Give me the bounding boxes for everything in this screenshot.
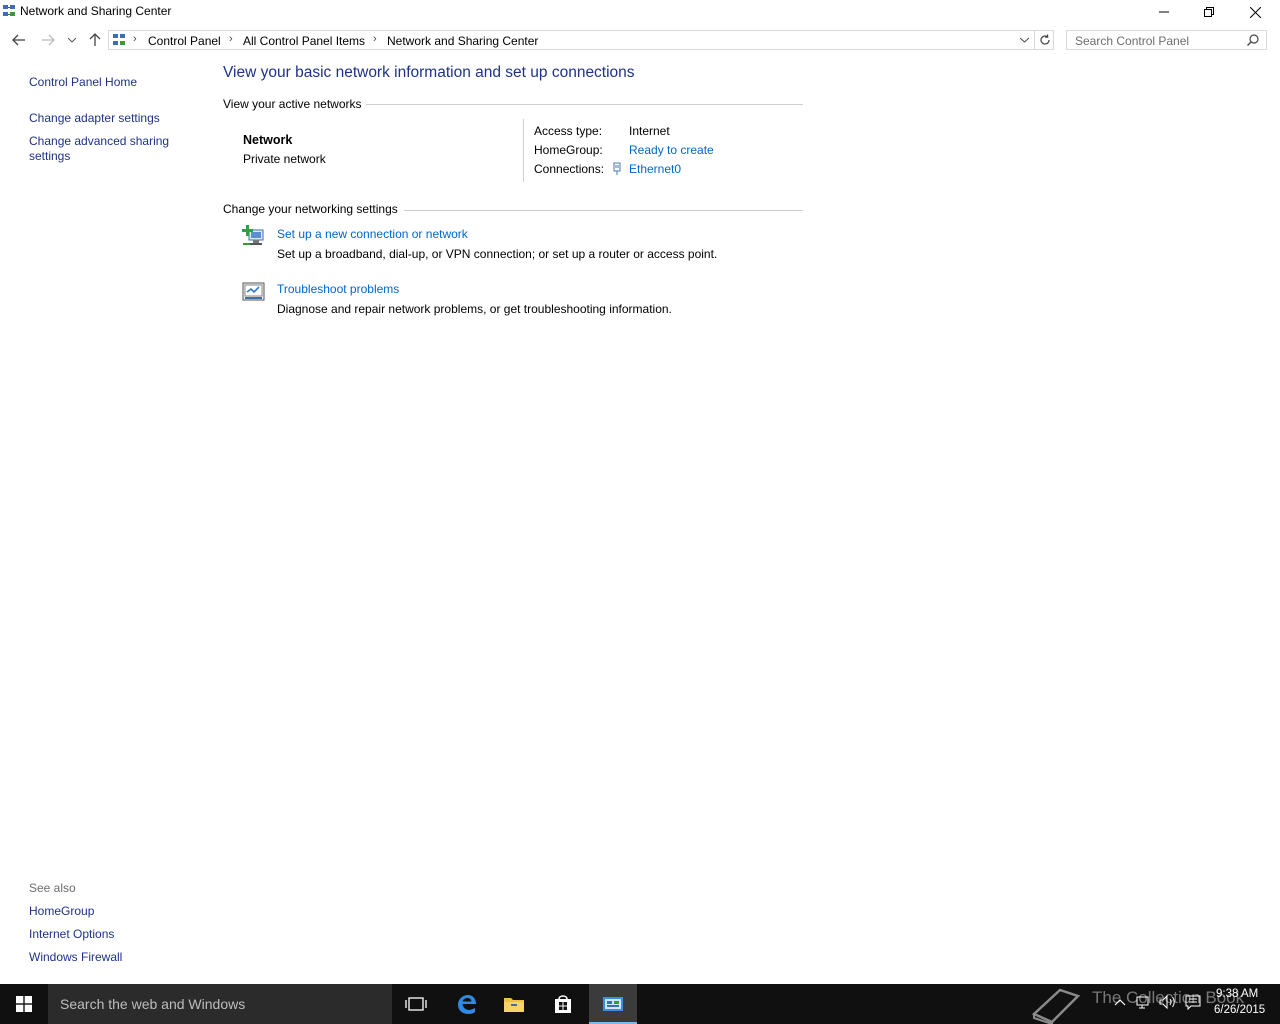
page-title: View your basic network information and …: [223, 64, 635, 81]
restore-button[interactable]: [1186, 0, 1232, 24]
network-tray-button[interactable]: [1136, 994, 1152, 1013]
homegroup-link[interactable]: HomeGroup: [29, 904, 94, 918]
homegroup-ready-link[interactable]: Ready to create: [629, 143, 714, 157]
active-networks-heading: View your active networks: [223, 97, 362, 111]
network-type[interactable]: Private network: [243, 152, 326, 166]
back-button[interactable]: [9, 30, 29, 50]
recent-locations-button[interactable]: [62, 30, 82, 50]
control-panel-home-link[interactable]: Control Panel Home: [29, 75, 137, 89]
ethernet-connection-link[interactable]: Ethernet0: [629, 162, 681, 176]
store-icon: [555, 995, 571, 1013]
address-dropdown-button[interactable]: [1016, 30, 1032, 50]
windows-firewall-link[interactable]: Windows Firewall: [29, 950, 122, 964]
control-panel-icon: [603, 997, 623, 1011]
chevron-down-icon: [68, 37, 76, 43]
breadcrumb-separator: ›: [373, 33, 377, 45]
action-center-icon: [1185, 995, 1201, 1011]
network-name: Network: [243, 133, 293, 147]
change-advanced-sharing-link-line2[interactable]: settings: [29, 149, 70, 163]
network-tray-icon: [1136, 996, 1149, 1009]
close-icon: [1249, 6, 1261, 18]
edge-icon: [458, 995, 476, 1014]
divider: [523, 119, 524, 182]
show-hidden-icons-button[interactable]: [1114, 994, 1126, 1009]
arrow-left-icon: [12, 34, 25, 46]
window-title: Network and Sharing Center: [20, 4, 172, 18]
troubleshoot-description: Diagnose and repair network problems, or…: [277, 302, 672, 316]
start-button[interactable]: [0, 984, 48, 1024]
divider: [366, 104, 803, 105]
network-center-icon: [3, 5, 15, 16]
edge-browser-button[interactable]: [442, 984, 490, 1024]
access-type-value: Internet: [629, 124, 670, 138]
volume-tray-button[interactable]: [1159, 994, 1177, 1013]
clock-date[interactable]: 6/26/2015: [1214, 1004, 1265, 1016]
up-button[interactable]: [85, 30, 105, 50]
homegroup-label: HomeGroup:: [534, 143, 603, 157]
troubleshoot-icon: [242, 282, 265, 301]
close-button[interactable]: [1232, 0, 1278, 24]
internet-options-link[interactable]: Internet Options: [29, 927, 114, 941]
ethernet-icon: [613, 162, 621, 175]
breadcrumb-all-items[interactable]: All Control Panel Items: [243, 34, 365, 48]
clock-time[interactable]: 9:38 AM: [1216, 988, 1258, 1000]
control-panel-icon: [113, 34, 125, 45]
windows-logo-icon: [16, 996, 32, 1012]
volume-icon: [1159, 994, 1175, 1010]
new-connection-icon: [242, 225, 264, 245]
refresh-button[interactable]: [1034, 30, 1054, 50]
store-button[interactable]: [539, 984, 587, 1024]
title-bar: [0, 0, 1280, 24]
refresh-icon: [1039, 34, 1050, 45]
access-type-label: Access type:: [534, 124, 603, 138]
restore-icon: [1204, 7, 1214, 17]
task-view-button[interactable]: [392, 984, 440, 1024]
change-advanced-sharing-link[interactable]: Change advanced sharing: [29, 134, 169, 148]
action-center-button[interactable]: [1185, 994, 1201, 1013]
arrow-right-icon: [42, 34, 55, 46]
setup-connection-description: Set up a broadband, dial-up, or VPN conn…: [277, 247, 718, 261]
divider: [404, 210, 803, 211]
book-logo-icon: [1031, 988, 1081, 1024]
breadcrumb-network-center[interactable]: Network and Sharing Center: [387, 34, 538, 48]
search-placeholder: Search Control Panel: [1075, 34, 1190, 48]
arrow-up-icon: [89, 33, 101, 46]
setup-connection-link[interactable]: Set up a new connection or network: [277, 227, 468, 241]
breadcrumb-control-panel[interactable]: Control Panel: [148, 34, 221, 48]
change-settings-heading: Change your networking settings: [223, 202, 398, 216]
chevron-up-icon: [1114, 999, 1126, 1006]
chevron-down-icon: [1019, 37, 1029, 43]
minimize-icon: [1159, 11, 1169, 13]
breadcrumb-separator: ›: [133, 33, 137, 45]
minimize-button[interactable]: [1141, 0, 1187, 24]
see-also-label: See also: [29, 881, 76, 895]
forward-button[interactable]: [38, 30, 58, 50]
connections-label: Connections:: [534, 162, 605, 176]
control-panel-taskbar-icon-wrap: [589, 984, 637, 1024]
troubleshoot-link[interactable]: Troubleshoot problems: [277, 282, 399, 296]
change-adapter-settings-link[interactable]: Change adapter settings: [29, 111, 160, 125]
taskbar-search-placeholder: Search the web and Windows: [60, 996, 246, 1012]
search-icon[interactable]: [1246, 33, 1260, 47]
breadcrumb-separator: ›: [229, 33, 233, 45]
folder-icon: [504, 998, 524, 1012]
task-view-icon: [405, 997, 427, 1011]
file-explorer-button[interactable]: [490, 984, 538, 1024]
